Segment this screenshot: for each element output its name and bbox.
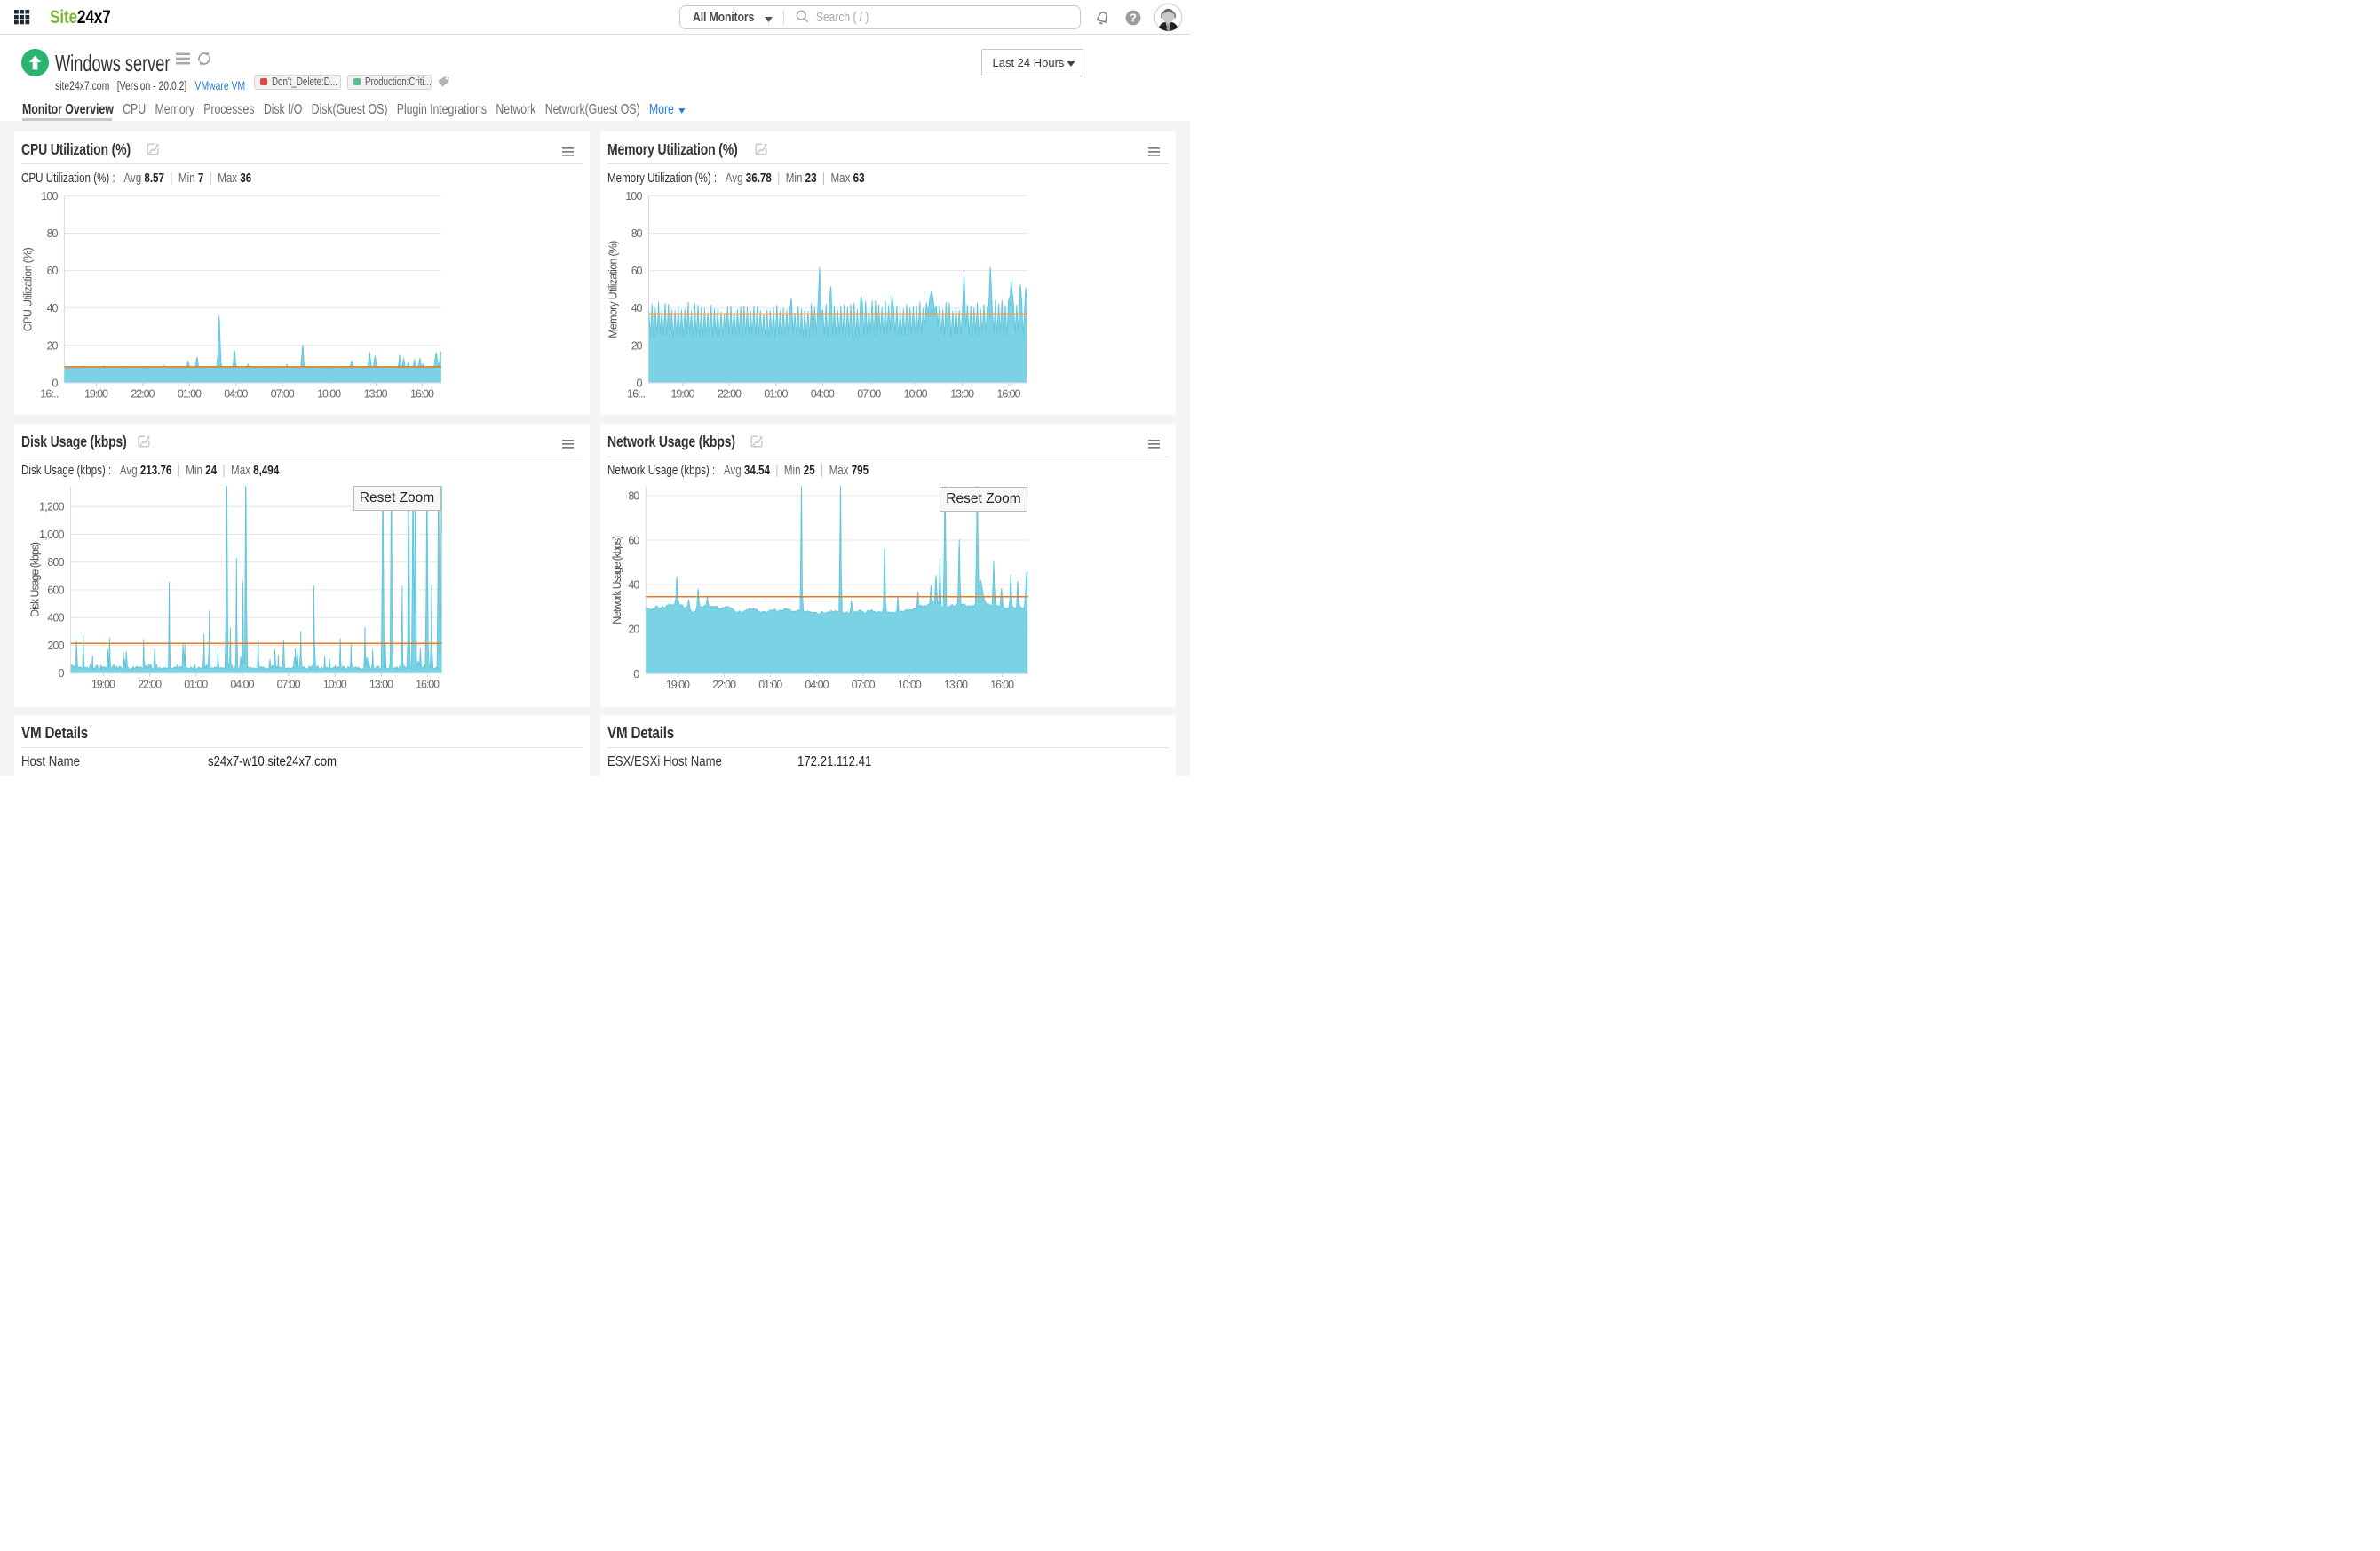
svg-text:10:00: 10:00 — [898, 679, 922, 691]
svg-text:04:00: 04:00 — [811, 387, 835, 400]
svg-text:01:00: 01:00 — [184, 679, 208, 691]
svg-text:10:00: 10:00 — [317, 387, 341, 400]
svg-text:CPU Utilization (%): CPU Utilization (%) — [21, 247, 34, 331]
svg-text:40: 40 — [631, 302, 643, 314]
svg-text:10:00: 10:00 — [323, 679, 347, 691]
svg-text:13:00: 13:00 — [364, 387, 388, 400]
svg-text:60: 60 — [631, 265, 643, 277]
svg-text:01:00: 01:00 — [764, 387, 788, 400]
svg-text:16:00: 16:00 — [997, 387, 1021, 400]
svg-text:60: 60 — [628, 535, 639, 547]
svg-text:200: 200 — [47, 640, 64, 652]
svg-text:80: 80 — [631, 227, 643, 240]
svg-text:04:00: 04:00 — [224, 387, 248, 400]
svg-text:40: 40 — [628, 579, 639, 592]
svg-text:19:00: 19:00 — [91, 679, 115, 691]
svg-text:07:00: 07:00 — [277, 679, 301, 691]
svg-text:60: 60 — [47, 265, 59, 277]
svg-text:1,200: 1,200 — [39, 501, 65, 513]
svg-text:80: 80 — [628, 490, 639, 503]
svg-text:16:00: 16:00 — [990, 679, 1014, 691]
svg-text:0: 0 — [59, 667, 65, 680]
svg-text:80: 80 — [47, 227, 59, 240]
svg-text:01:00: 01:00 — [758, 679, 782, 691]
svg-text:Memory Utilization (%): Memory Utilization (%) — [607, 240, 620, 338]
svg-text:Network Usage (kbps): Network Usage (kbps) — [611, 536, 623, 624]
svg-text:07:00: 07:00 — [271, 387, 295, 400]
svg-text:07:00: 07:00 — [857, 387, 881, 400]
svg-text:13:00: 13:00 — [944, 679, 968, 691]
svg-text:22:00: 22:00 — [712, 679, 736, 691]
svg-text:16:00: 16:00 — [416, 679, 440, 691]
svg-text:400: 400 — [47, 612, 64, 624]
svg-text:?: ? — [1130, 12, 1137, 25]
svg-text:0: 0 — [633, 668, 639, 680]
svg-text:20: 20 — [47, 339, 59, 352]
svg-text:22:00: 22:00 — [131, 387, 155, 400]
svg-text:20: 20 — [631, 339, 643, 352]
svg-text:16:00: 16:00 — [410, 387, 434, 400]
svg-text:22:00: 22:00 — [138, 679, 162, 691]
svg-text:100: 100 — [625, 189, 642, 202]
svg-text:1,000: 1,000 — [39, 529, 65, 541]
svg-text:13:00: 13:00 — [950, 387, 974, 400]
svg-text:13:00: 13:00 — [369, 679, 393, 691]
svg-text:19:00: 19:00 — [671, 387, 695, 400]
svg-text:20: 20 — [628, 624, 639, 636]
svg-text:04:00: 04:00 — [805, 679, 829, 691]
svg-text:19:00: 19:00 — [666, 679, 690, 691]
svg-text:22:00: 22:00 — [718, 387, 742, 400]
svg-text:40: 40 — [47, 302, 59, 314]
svg-text:01:00: 01:00 — [178, 387, 202, 400]
svg-text:600: 600 — [47, 585, 64, 597]
svg-text:04:00: 04:00 — [230, 679, 254, 691]
svg-text:16:..: 16:.. — [40, 387, 59, 400]
svg-text:19:00: 19:00 — [84, 387, 108, 400]
svg-text:16:..: 16:.. — [627, 387, 646, 400]
svg-text:07:00: 07:00 — [852, 679, 876, 691]
svg-text:Disk Usage (kbps): Disk Usage (kbps) — [29, 542, 42, 617]
svg-text:800: 800 — [47, 556, 64, 569]
svg-text:10:00: 10:00 — [904, 387, 928, 400]
svg-text:100: 100 — [41, 189, 58, 202]
